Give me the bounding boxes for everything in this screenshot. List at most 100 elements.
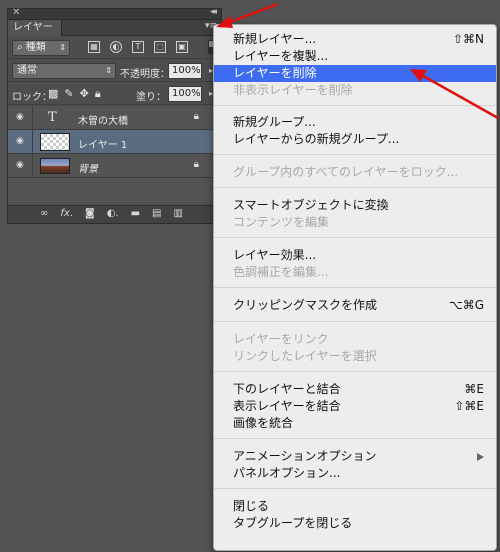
divider [32,130,33,153]
filter-adjustment-icon[interactable]: ◐ [110,41,122,53]
folder-icon[interactable]: ▬ [131,208,140,219]
opacity-value: 100% [172,65,201,76]
menu-item-edit-adjustment[interactable]: 色調補正を編集... [214,264,496,281]
menu-item-new-layer[interactable]: 新規レイヤー... ⇧⌘N [214,31,496,48]
menu-separator [214,488,496,489]
menu-item-link-layers[interactable]: レイヤーをリンク [214,331,496,348]
menu-item-panel-options[interactable]: パネルオプション... [214,465,496,482]
menu-item-edit-contents[interactable]: コンテンツを編集 [214,214,496,231]
fill-label: 塗り： [136,92,166,103]
layer-thumbnail-transparent [40,133,70,151]
filter-shape-icon[interactable]: ⬚ [154,41,166,53]
menu-item-label: 閉じる [233,499,270,513]
panel-title-bar: ✕ ◂◂ [8,7,221,20]
mask-icon[interactable]: ◙ [85,208,95,219]
menu-separator [214,438,496,439]
layers-panel: ✕ ◂◂ レイヤー ▾≡ ⌕ 種類 ⇕ ▦ ◐ T ⬚ ▣ 通常 ⇕ 不透明度： 1… [7,7,222,224]
blend-mode-dropdown[interactable]: 通常 ⇕ [12,63,116,79]
menu-item-close[interactable]: 閉じる [214,498,496,515]
menu-item-label: 新規レイヤー... [233,32,317,46]
filter-icons: ▦ ◐ T ⬚ ▣ [88,41,188,53]
menu-item-convert-smart-object[interactable]: スマートオブジェクトに変換 [214,197,496,214]
panel-tab-bar: レイヤー ▾≡ [8,20,221,36]
lock-label: ロック： [12,92,52,103]
divider [32,106,33,129]
panel-context-menu: 新規レイヤー... ⇧⌘N レイヤーを複製... レイヤーを削除 非表示レイヤーを… [213,24,497,551]
menu-item-label: 色調補正を編集... [233,265,329,279]
lock-row: ロック： ▩ ✎ ✥ 🔒︎ 塗り： 100% ▸ [8,82,221,105]
layer-name: 背景 [78,164,98,175]
divider [32,154,33,177]
opacity-field[interactable]: 100% ▸ [168,63,213,79]
layer-row-text[interactable]: ◉ T 木曽の大橋 🔒︎ [8,106,221,130]
fx-icon[interactable]: fx. [60,208,73,219]
menu-item-group-from-layers[interactable]: レイヤーからの新規グループ... [214,131,496,148]
filter-kind-dropdown[interactable]: ⌕ 種類 ⇕ [12,40,70,56]
menu-item-label: レイヤーを削除 [233,66,317,80]
menu-item-duplicate-layer[interactable]: レイヤーを複製... [214,48,496,65]
lock-position-icon[interactable]: ✥ [80,87,89,101]
menu-shortcut: ⇧⌘N [452,32,484,46]
filter-smart-object-icon[interactable]: ▣ [176,41,188,53]
menu-item-label: 画像を統合 [233,416,294,430]
menu-item-label: アニメーションオプション [233,449,377,463]
collapse-icon[interactable]: ◂◂ [210,7,217,17]
menu-item-merge-visible[interactable]: 表示レイヤーを結合 ⇧⌘E [214,398,496,415]
filter-kind-label: 種類 [25,42,46,53]
trash-icon[interactable]: ▥ [174,208,183,219]
menu-item-label: タブグループを閉じる [233,516,353,530]
blend-mode-value: 通常 [17,65,37,76]
menu-separator [214,371,496,372]
menu-item-layer-effects[interactable]: レイヤー効果... [214,247,496,264]
menu-item-flatten-image[interactable]: 画像を統合 [214,415,496,432]
close-icon[interactable]: ✕ [12,7,20,18]
opacity-label: 不透明度： [120,69,170,80]
menu-separator [214,321,496,322]
filter-type-icon[interactable]: T [132,41,144,53]
menu-item-new-group[interactable]: 新規グループ... [214,114,496,131]
layer-name: レイヤー 1 [78,140,128,151]
menu-item-lock-all-in-group[interactable]: グループ内のすべてのレイヤーをロック... [214,164,496,181]
eye-icon[interactable]: ◉ [16,160,26,170]
filter-pixel-icon[interactable]: ▦ [88,41,100,53]
menu-shortcut: ⌘E [464,382,484,396]
blend-row: 通常 ⇕ 不透明度： 100% ▸ [8,59,221,82]
fill-field[interactable]: 100% ▸ [168,86,213,102]
layer-thumbnail-photo [40,158,70,174]
link-icon[interactable]: ∞ [40,208,48,219]
lock-paint-icon[interactable]: ✎ [64,87,73,101]
menu-item-label: 新規グループ... [233,115,316,129]
menu-item-merge-down[interactable]: 下のレイヤーと結合 ⌘E [214,381,496,398]
menu-item-label: レイヤー効果... [233,248,317,262]
adjustment-icon[interactable]: ◐. [107,208,119,219]
eye-icon[interactable]: ◉ [16,112,26,122]
eye-icon[interactable]: ◉ [16,136,26,146]
menu-item-create-clipping-mask[interactable]: クリッピングマスクを作成 ⌥⌘G [214,297,496,314]
layer-row-background[interactable]: ◉ 背景 🔒︎ [8,154,221,178]
menu-separator [214,154,496,155]
menu-item-label: 表示レイヤーを結合 [233,399,341,413]
menu-shortcut: ⌥⌘G [448,298,484,312]
lock-icon: 🔒︎ [193,111,199,122]
lock-all-icon[interactable]: 🔒︎ [95,87,101,101]
menu-item-label: レイヤーをリンク [233,332,329,346]
menu-item-close-tab-group[interactable]: タブグループを閉じる [214,515,496,532]
menu-item-delete-hidden-layers[interactable]: 非表示レイヤーを削除 [214,82,496,99]
layer-name: 木曽の大橋 [78,116,128,127]
search-icon: ⌕ [17,42,23,53]
menu-item-animation-options[interactable]: アニメーションオプション [214,448,496,465]
updown-icon: ⇕ [59,43,66,52]
tab-layers[interactable]: レイヤー [8,20,62,36]
menu-item-delete-layer[interactable]: レイヤーを削除 [214,65,496,82]
layer-list: ◉ T 木曽の大橋 🔒︎ ◉ レイヤー 1 ◉ 背景 🔒︎ [8,106,221,203]
menu-item-label: 非表示レイヤーを削除 [233,83,353,97]
panel-bottom-bar: ∞ fx. ◙ ◐. ▬ ▤ ▥ [8,205,221,223]
menu-separator [214,187,496,188]
filter-row: ⌕ 種類 ⇕ ▦ ◐ T ⬚ ▣ [8,36,221,59]
menu-item-select-linked[interactable]: リンクしたレイヤーを選択 [214,348,496,365]
layer-row-layer1[interactable]: ◉ レイヤー 1 [8,130,221,154]
bottom-icons: ∞ fx. ◙ ◐. ▬ ▤ ▥ [40,208,183,219]
lock-transparent-icon[interactable]: ▩ [48,87,58,101]
new-layer-icon[interactable]: ▤ [152,208,161,219]
menu-separator [214,105,496,106]
